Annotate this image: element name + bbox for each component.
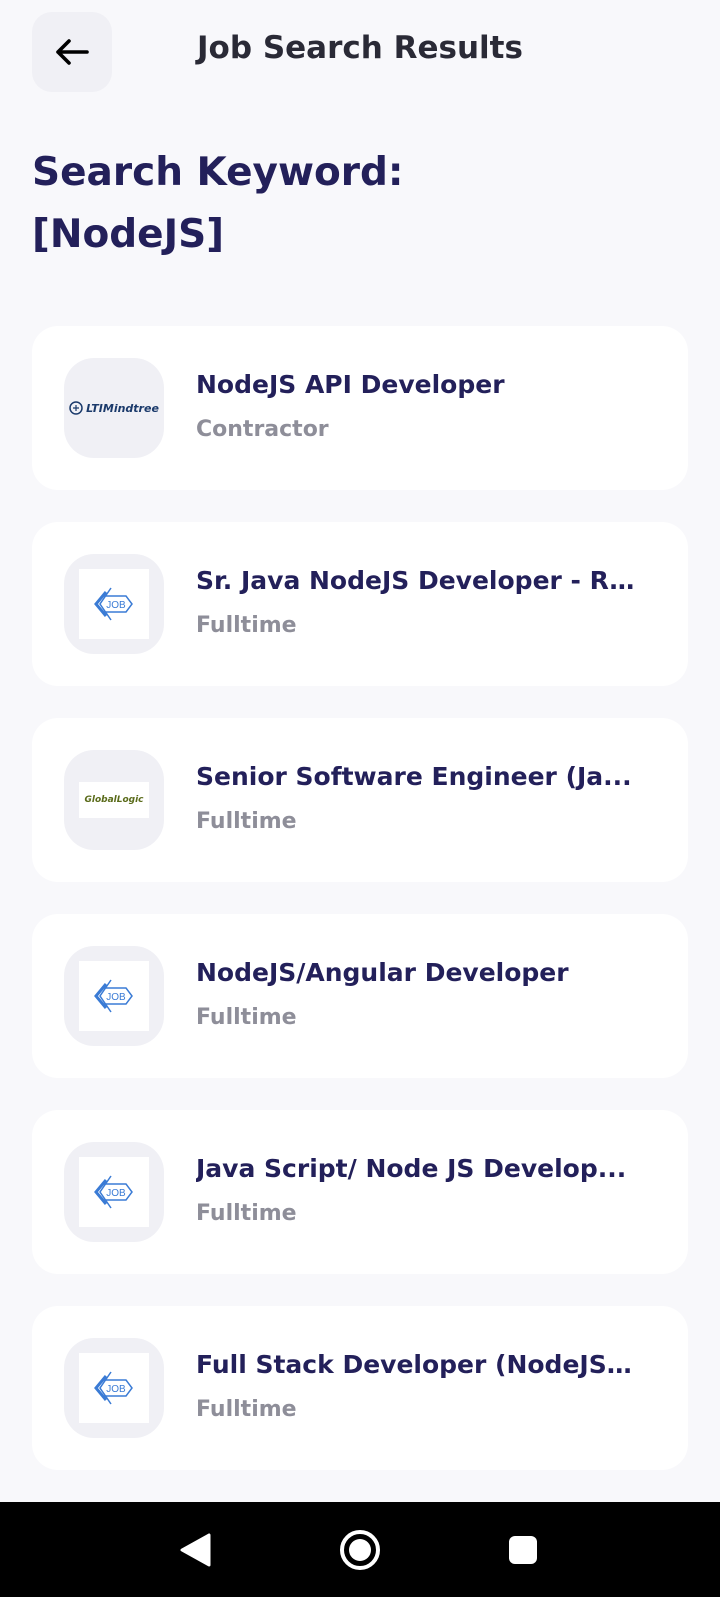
- job-card[interactable]: JOB Sr. Java NodeJS Developer - R... Ful…: [32, 522, 688, 686]
- company-logo: GlobalLogic: [64, 750, 164, 850]
- svg-text:JOB: JOB: [106, 1188, 126, 1199]
- job-card[interactable]: JOB NodeJS/Angular Developer Fulltime: [32, 914, 688, 1078]
- job-title: Sr. Java NodeJS Developer - R...: [196, 566, 636, 595]
- svg-text:JOB: JOB: [106, 1384, 126, 1395]
- job-icon: JOB: [94, 979, 133, 1013]
- svg-text:JOB: JOB: [106, 992, 126, 1003]
- search-keyword-label: Search Keyword:: [32, 150, 404, 195]
- job-title: NodeJS API Developer: [196, 370, 505, 399]
- search-keyword-value: [NodeJS]: [32, 212, 225, 257]
- job-type: Fulltime: [196, 1397, 297, 1422]
- page-title: Job Search Results: [197, 30, 523, 66]
- nav-recents-icon: [509, 1536, 537, 1564]
- job-icon: JOB: [94, 1371, 133, 1405]
- company-logo: JOB: [64, 1142, 164, 1242]
- back-button[interactable]: [32, 12, 112, 92]
- job-title: Full Stack Developer (NodeJS/...: [196, 1350, 636, 1379]
- nav-home-button[interactable]: [336, 1526, 384, 1574]
- job-type: Fulltime: [196, 613, 297, 638]
- job-card[interactable]: LTIMindtree NodeJS API Developer Contrac…: [32, 326, 688, 490]
- job-card[interactable]: JOB Java Script/ Node JS Develop... Full…: [32, 1110, 688, 1274]
- job-card[interactable]: JOB Full Stack Developer (NodeJS/... Ful…: [32, 1306, 688, 1470]
- job-type: Fulltime: [196, 809, 297, 834]
- company-logo: LTIMindtree: [64, 358, 164, 458]
- company-logo: JOB: [64, 554, 164, 654]
- job-title: Senior Software Engineer (Ja...: [196, 762, 632, 791]
- job-title: Java Script/ Node JS Develop...: [196, 1154, 627, 1183]
- nav-home-icon: [340, 1530, 380, 1570]
- search-keyword-heading: Search Keyword: [NodeJS]: [32, 142, 632, 266]
- arrow-left-icon: [56, 39, 89, 65]
- globallogic-logo-text: GlobalLogic: [84, 795, 144, 805]
- job-type: Contractor: [196, 417, 329, 442]
- svg-text:JOB: JOB: [106, 600, 126, 611]
- company-logo: JOB: [64, 946, 164, 1046]
- top-bar: Job Search Results: [0, 0, 720, 110]
- company-logo: JOB: [64, 1338, 164, 1438]
- globallogic-logo: GlobalLogic: [79, 782, 149, 818]
- ltimindtree-logo: LTIMindtree: [69, 401, 159, 415]
- job-card[interactable]: GlobalLogic Senior Software Engineer (Ja…: [32, 718, 688, 882]
- job-title: NodeJS/Angular Developer: [196, 958, 569, 987]
- job-icon: JOB: [94, 1175, 133, 1209]
- job-type: Fulltime: [196, 1005, 297, 1030]
- system-nav-bar: [0, 1502, 720, 1597]
- job-icon: JOB: [94, 587, 133, 621]
- nav-recents-button[interactable]: [499, 1526, 547, 1574]
- ltimindtree-logo-text: LTIMindtree: [86, 401, 159, 415]
- nav-back-icon: [180, 1533, 211, 1567]
- nav-back-button[interactable]: [171, 1526, 219, 1574]
- job-type: Fulltime: [196, 1201, 297, 1226]
